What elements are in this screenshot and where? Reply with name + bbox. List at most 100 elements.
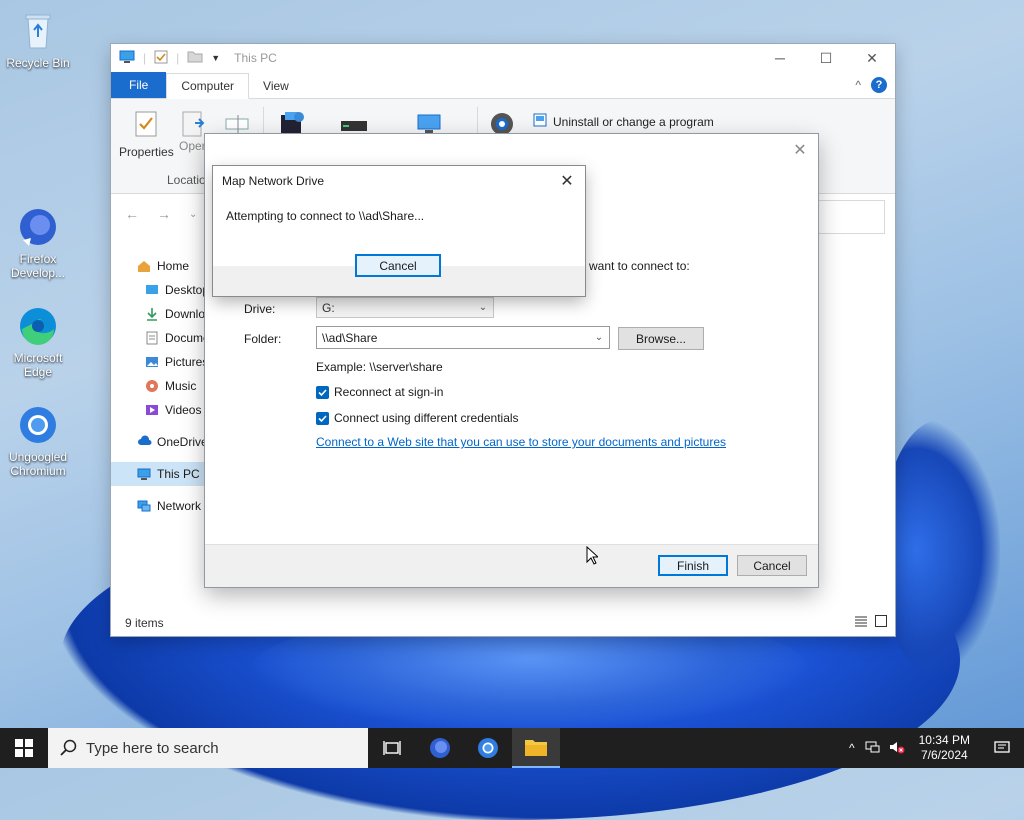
chromium-icon	[17, 404, 59, 446]
desktop-icon-label: Recycle Bin	[6, 56, 70, 70]
search-box[interactable]	[817, 200, 885, 234]
nav-item-this-pc[interactable]: This PC	[111, 462, 207, 486]
maximize-button[interactable]: ☐	[803, 44, 849, 72]
desktop-icon-label: Ungoogled Chromium	[8, 450, 68, 478]
browse-button[interactable]: Browse...	[618, 327, 704, 350]
connecting-dialog-close-button[interactable]: ✕	[557, 171, 577, 191]
taskbar-chromium-button[interactable]	[464, 728, 512, 768]
nav-item-music[interactable]: Music	[111, 374, 207, 398]
quick-access-dropdown-icon[interactable]: ▼	[211, 53, 220, 63]
nav-label: Desktop	[165, 283, 207, 297]
uninstall-program-button[interactable]: Uninstall or change a program	[533, 113, 714, 130]
tab-file[interactable]: File	[111, 72, 167, 98]
properties-button[interactable]: Properties	[119, 109, 174, 159]
credentials-checkbox[interactable]	[316, 411, 329, 425]
document-icon	[145, 331, 159, 345]
finish-button[interactable]: Finish	[658, 555, 728, 576]
tab-view[interactable]: View	[249, 74, 303, 98]
wizard-footer: Finish Cancel	[205, 544, 818, 587]
task-view-button[interactable]	[368, 728, 416, 768]
ribbon-tabs: File Computer View ^ ?	[111, 72, 895, 99]
nav-label: Network	[157, 499, 202, 513]
taskbar-clock[interactable]: 10:34 PM 7/6/2024	[909, 733, 980, 763]
large-icons-view-icon[interactable]	[875, 615, 887, 630]
videos-icon	[145, 403, 159, 417]
recent-locations-chevron-icon[interactable]: ⌄	[189, 209, 197, 220]
details-view-icon[interactable]	[855, 615, 867, 630]
volume-muted-icon[interactable]	[885, 740, 909, 757]
help-icon[interactable]: ?	[871, 77, 887, 93]
clock-date: 7/6/2024	[920, 748, 968, 762]
search-placeholder: Type here to search	[86, 739, 219, 757]
firefox-icon	[17, 206, 59, 248]
tab-computer[interactable]: Computer	[166, 73, 250, 99]
wizard-prompt-text: want to connect to:	[589, 259, 690, 273]
recycle-bin-icon	[17, 10, 59, 52]
desktop-icon-label: Microsoft Edge	[13, 351, 63, 379]
nav-item-pictures[interactable]: Pictures	[111, 350, 207, 374]
folder-quick-icon[interactable]	[187, 50, 203, 66]
taskbar-search-box[interactable]: Type here to search	[48, 728, 368, 768]
collapse-ribbon-icon[interactable]: ^	[855, 78, 861, 92]
wizard-close-button[interactable]: ✕	[790, 140, 810, 160]
open-label: Open	[179, 139, 207, 153]
nav-item-documents[interactable]: Documents	[111, 326, 207, 350]
nav-label: OneDrive	[157, 435, 207, 449]
desktop-icon-label: Firefox Develop...	[10, 252, 66, 280]
taskbar: Type here to search ^ 10:34 PM 7/6/2024	[0, 728, 1024, 768]
credentials-label: Connect using different credentials	[334, 411, 519, 425]
reconnect-checkbox-row[interactable]: Reconnect at sign-in	[316, 385, 443, 399]
separator: |	[176, 51, 180, 65]
taskbar-firefox-button[interactable]	[416, 728, 464, 768]
mouse-cursor-icon	[586, 545, 600, 568]
search-icon	[60, 739, 77, 756]
connecting-dialog: Map Network Drive ✕ Attempting to connec…	[213, 166, 585, 296]
wallpaper-bloom-right	[880, 420, 1000, 680]
wizard-cancel-button[interactable]: Cancel	[737, 555, 807, 576]
nav-label: Music	[165, 379, 197, 393]
web-site-link[interactable]: Connect to a Web site that you can use t…	[316, 435, 726, 449]
open-button[interactable]: Open	[179, 109, 207, 153]
desktop-icon-firefox[interactable]: Firefox Develop...	[0, 206, 76, 280]
drive-label: Drive:	[244, 302, 276, 316]
notifications-button[interactable]	[980, 728, 1024, 768]
credentials-checkbox-row[interactable]: Connect using different credentials	[316, 411, 519, 425]
network-status-icon[interactable]	[861, 740, 885, 757]
nav-item-onedrive[interactable]: OneDrive	[111, 430, 207, 454]
start-button[interactable]	[0, 728, 48, 768]
show-hidden-icons-chevron-icon[interactable]: ^	[843, 741, 861, 755]
windows-icon	[15, 739, 33, 757]
separator: |	[143, 51, 147, 65]
reconnect-checkbox[interactable]	[316, 385, 329, 399]
explorer-titlebar: | | ▼ This PC ─ ☐ ✕	[111, 44, 895, 72]
forward-arrow-icon[interactable]: →	[157, 206, 171, 222]
nav-item-home[interactable]: Home	[111, 254, 207, 278]
close-button[interactable]: ✕	[849, 44, 895, 72]
connecting-cancel-button[interactable]: Cancel	[355, 254, 441, 277]
chevron-down-icon: ⌄	[478, 301, 488, 313]
desktop-icon-chromium[interactable]: Ungoogled Chromium	[0, 404, 76, 478]
network-icon	[137, 499, 151, 513]
open-icon	[179, 109, 207, 139]
properties-quick-icon[interactable]	[154, 50, 168, 67]
minimize-button[interactable]: ─	[757, 44, 803, 72]
example-text: Example: \\server\share	[316, 360, 443, 374]
desktop-icon-edge[interactable]: Microsoft Edge	[0, 305, 76, 379]
status-bar-item-count: 9 items	[125, 616, 164, 630]
navigation-pane: Home Desktop Downloads Documents Picture…	[111, 254, 207, 518]
nav-item-desktop[interactable]: Desktop	[111, 278, 207, 302]
nav-item-videos[interactable]: Videos	[111, 398, 207, 422]
folder-label: Folder:	[244, 332, 282, 346]
notification-icon	[994, 741, 1010, 753]
nav-item-downloads[interactable]: Downloads	[111, 302, 207, 326]
nav-item-network[interactable]: Network	[111, 494, 207, 518]
folder-value: \\ad\Share	[322, 330, 378, 345]
taskbar-file-explorer-button[interactable]	[512, 728, 560, 768]
programs-icon	[533, 113, 547, 130]
back-arrow-icon[interactable]: ←	[125, 206, 139, 222]
drive-select[interactable]: G: ⌄	[316, 297, 494, 318]
clock-time: 10:34 PM	[918, 733, 970, 747]
folder-input[interactable]: \\ad\Share ⌄	[316, 326, 610, 349]
this-pc-icon	[137, 467, 151, 481]
desktop-icon-recycle-bin[interactable]: Recycle Bin	[0, 10, 76, 70]
